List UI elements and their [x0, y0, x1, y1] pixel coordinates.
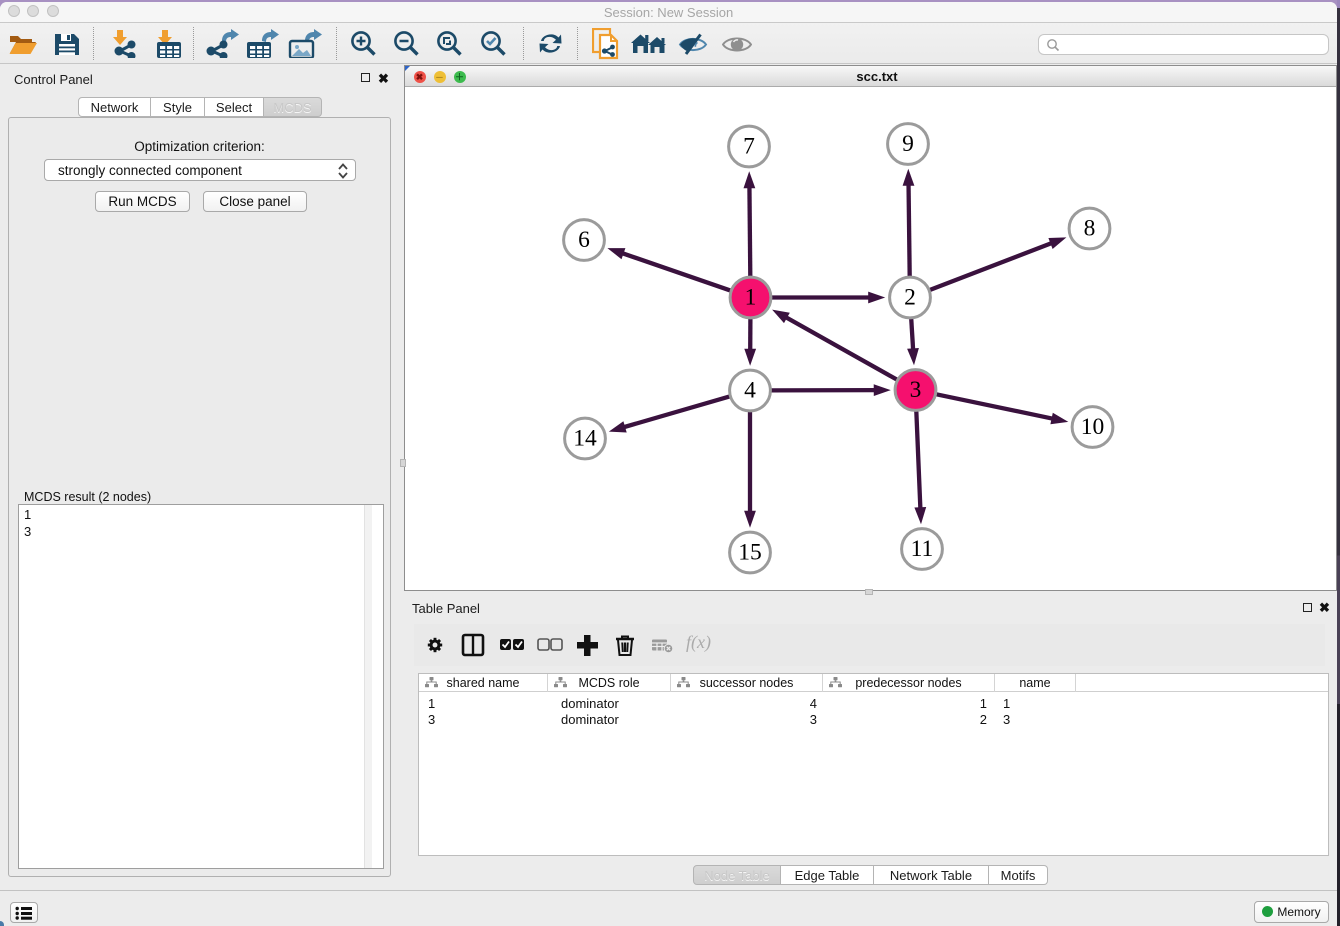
svg-text:2: 2: [904, 285, 916, 311]
svg-text:14: 14: [573, 426, 597, 452]
svg-text:6: 6: [578, 227, 590, 253]
svg-text:1: 1: [745, 285, 757, 311]
svg-text:8: 8: [1084, 216, 1096, 242]
svg-text:3: 3: [910, 377, 922, 403]
svg-text:7: 7: [743, 134, 755, 160]
svg-text:15: 15: [738, 540, 762, 566]
svg-text:10: 10: [1081, 414, 1105, 440]
svg-text:9: 9: [902, 131, 914, 157]
svg-text:11: 11: [911, 536, 934, 562]
svg-text:4: 4: [744, 378, 756, 404]
